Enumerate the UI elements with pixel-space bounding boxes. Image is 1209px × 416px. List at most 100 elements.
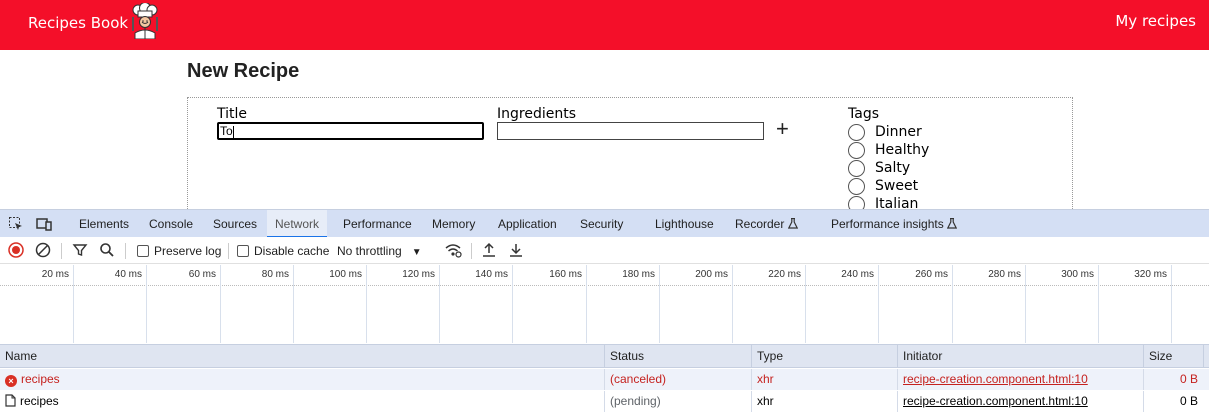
- request-type: xhr: [751, 391, 897, 412]
- tab-security[interactable]: Security: [580, 210, 623, 238]
- title-input[interactable]: To: [217, 122, 484, 140]
- tab-lighthouse[interactable]: Lighthouse: [655, 210, 714, 238]
- ingredients-label: Ingredients: [497, 106, 576, 122]
- request-name-text: recipes: [21, 372, 60, 386]
- text-caret: [232, 125, 234, 138]
- throttling-select[interactable]: No throttling ▼: [337, 242, 422, 260]
- preserve-log-label: Preserve log: [154, 244, 222, 258]
- page-title: New Recipe: [187, 60, 300, 82]
- tab-performance[interactable]: Performance: [343, 210, 412, 238]
- add-ingredient-button[interactable]: +: [776, 118, 789, 140]
- request-name: × recipes: [0, 369, 604, 390]
- radio-button[interactable]: [848, 123, 865, 141]
- timeline-tick-label: 240 ms: [841, 269, 874, 280]
- toolbar-divider: [125, 243, 126, 259]
- tag-option-healthy[interactable]: Healthy: [848, 141, 929, 159]
- timeline-tick-label: 180 ms: [622, 269, 655, 280]
- timeline-ruler: 20 ms 40 ms 60 ms 80 ms 100 ms 120 ms 140 ms 16…: [0, 265, 1209, 286]
- toolbar-divider: [471, 243, 472, 259]
- radio-button[interactable]: [848, 141, 865, 159]
- timeline-tick-label: 300 ms: [1061, 269, 1094, 280]
- timeline-gridline: [659, 265, 660, 343]
- timeline-gridline: [878, 265, 879, 343]
- error-icon: ×: [5, 375, 17, 387]
- tab-sources[interactable]: Sources: [213, 210, 257, 238]
- column-status[interactable]: Status: [604, 345, 644, 367]
- timeline-gridline: [1098, 265, 1099, 343]
- tag-label: Salty: [875, 160, 911, 176]
- requests-table-header: Name Status Type Initiator Size: [0, 344, 1209, 368]
- filter-icon[interactable]: [72, 242, 88, 258]
- chef-logo-icon: [132, 3, 158, 39]
- tags-label: Tags: [848, 106, 879, 122]
- timeline-tick-label: 80 ms: [261, 269, 289, 280]
- timeline-gridline: [293, 265, 294, 343]
- device-toolbar-icon[interactable]: [36, 216, 52, 232]
- inspect-element-icon[interactable]: [8, 216, 24, 232]
- dropdown-arrow-icon: ▼: [411, 247, 422, 258]
- tab-memory[interactable]: Memory: [432, 210, 475, 238]
- radio-button[interactable]: [848, 177, 865, 195]
- request-initiator-link[interactable]: recipe-creation.component.html:10: [897, 369, 1143, 390]
- timeline-tick-label: 200 ms: [695, 269, 728, 280]
- timeline-tick-label: 220 ms: [768, 269, 801, 280]
- preserve-log-toggle[interactable]: Preserve log: [137, 242, 221, 260]
- timeline-tick-label: 140 ms: [475, 269, 508, 280]
- tag-option-sweet[interactable]: Sweet: [848, 177, 918, 195]
- request-initiator-link[interactable]: recipe-creation.component.html:10: [897, 391, 1143, 412]
- request-status: (canceled): [604, 369, 751, 390]
- timeline-gridline: [220, 265, 221, 343]
- tag-option-salty[interactable]: Salty: [848, 159, 910, 177]
- timeline-gridline: [586, 265, 587, 343]
- import-har-icon[interactable]: [481, 242, 497, 258]
- request-type: xhr: [751, 369, 897, 390]
- table-row[interactable]: × recipes (canceled) xhr recipe-creation.…: [0, 369, 1209, 390]
- search-icon[interactable]: [99, 242, 115, 258]
- request-size: 0 B: [1143, 369, 1203, 390]
- timeline-tick-label: 20 ms: [41, 269, 69, 280]
- tab-elements[interactable]: Elements: [79, 210, 129, 238]
- disable-cache-checkbox[interactable]: [237, 245, 249, 257]
- timeline-tick-label: 120 ms: [402, 269, 435, 280]
- request-status: (pending): [604, 391, 751, 412]
- nav-my-recipes-link[interactable]: My recipes: [1115, 12, 1196, 30]
- tab-console[interactable]: Console: [149, 210, 193, 238]
- tag-option-dinner[interactable]: Dinner: [848, 123, 922, 141]
- flask-icon: [787, 217, 798, 229]
- tab-recorder[interactable]: Recorder: [735, 210, 798, 238]
- tab-network[interactable]: Network: [267, 210, 328, 238]
- column-time[interactable]: [1203, 345, 1209, 367]
- timeline-gridline: [439, 265, 440, 343]
- disable-cache-label: Disable cache: [254, 244, 330, 258]
- column-initiator[interactable]: Initiator: [897, 345, 942, 367]
- preserve-log-checkbox[interactable]: [137, 245, 149, 257]
- clear-icon[interactable]: [35, 242, 51, 258]
- ingredients-input[interactable]: [497, 122, 764, 140]
- column-size[interactable]: Size: [1143, 345, 1172, 367]
- tag-label: Sweet: [875, 178, 919, 194]
- stop-recording-icon[interactable]: [8, 242, 24, 258]
- column-name[interactable]: Name: [0, 345, 37, 367]
- table-row[interactable]: recipes (pending) xhr recipe-creation.co…: [0, 391, 1209, 412]
- timeline-gridline: [366, 265, 367, 343]
- tab-performance-insights[interactable]: Performance insights: [831, 210, 958, 238]
- disable-cache-toggle[interactable]: Disable cache: [237, 242, 329, 260]
- devtools-tabbar: Elements Console Sources Network Perform…: [0, 209, 1209, 238]
- timeline-tick-label: 320 ms: [1134, 269, 1167, 280]
- timeline-tick-label: 100 ms: [329, 269, 362, 280]
- brand-title[interactable]: Recipes Book: [28, 14, 128, 32]
- tab-application[interactable]: Application: [498, 210, 557, 238]
- radio-button[interactable]: [848, 159, 865, 177]
- network-timeline-overview[interactable]: 20 ms 40 ms 60 ms 80 ms 100 ms 120 ms 140 ms 16…: [0, 265, 1209, 343]
- request-name: recipes: [0, 391, 604, 412]
- timeline-gridline: [732, 265, 733, 343]
- timeline-gridline: [73, 265, 74, 343]
- recipe-form: Title To Ingredients + Tags Dinner Healt…: [187, 97, 1073, 217]
- tag-label: Dinner: [875, 124, 922, 140]
- timeline-tick-label: 160 ms: [549, 269, 582, 280]
- network-conditions-icon[interactable]: [444, 242, 462, 258]
- title-label: Title: [217, 106, 248, 122]
- export-har-icon[interactable]: [508, 242, 524, 258]
- request-size: 0 B: [1143, 391, 1203, 412]
- column-type[interactable]: Type: [751, 345, 783, 367]
